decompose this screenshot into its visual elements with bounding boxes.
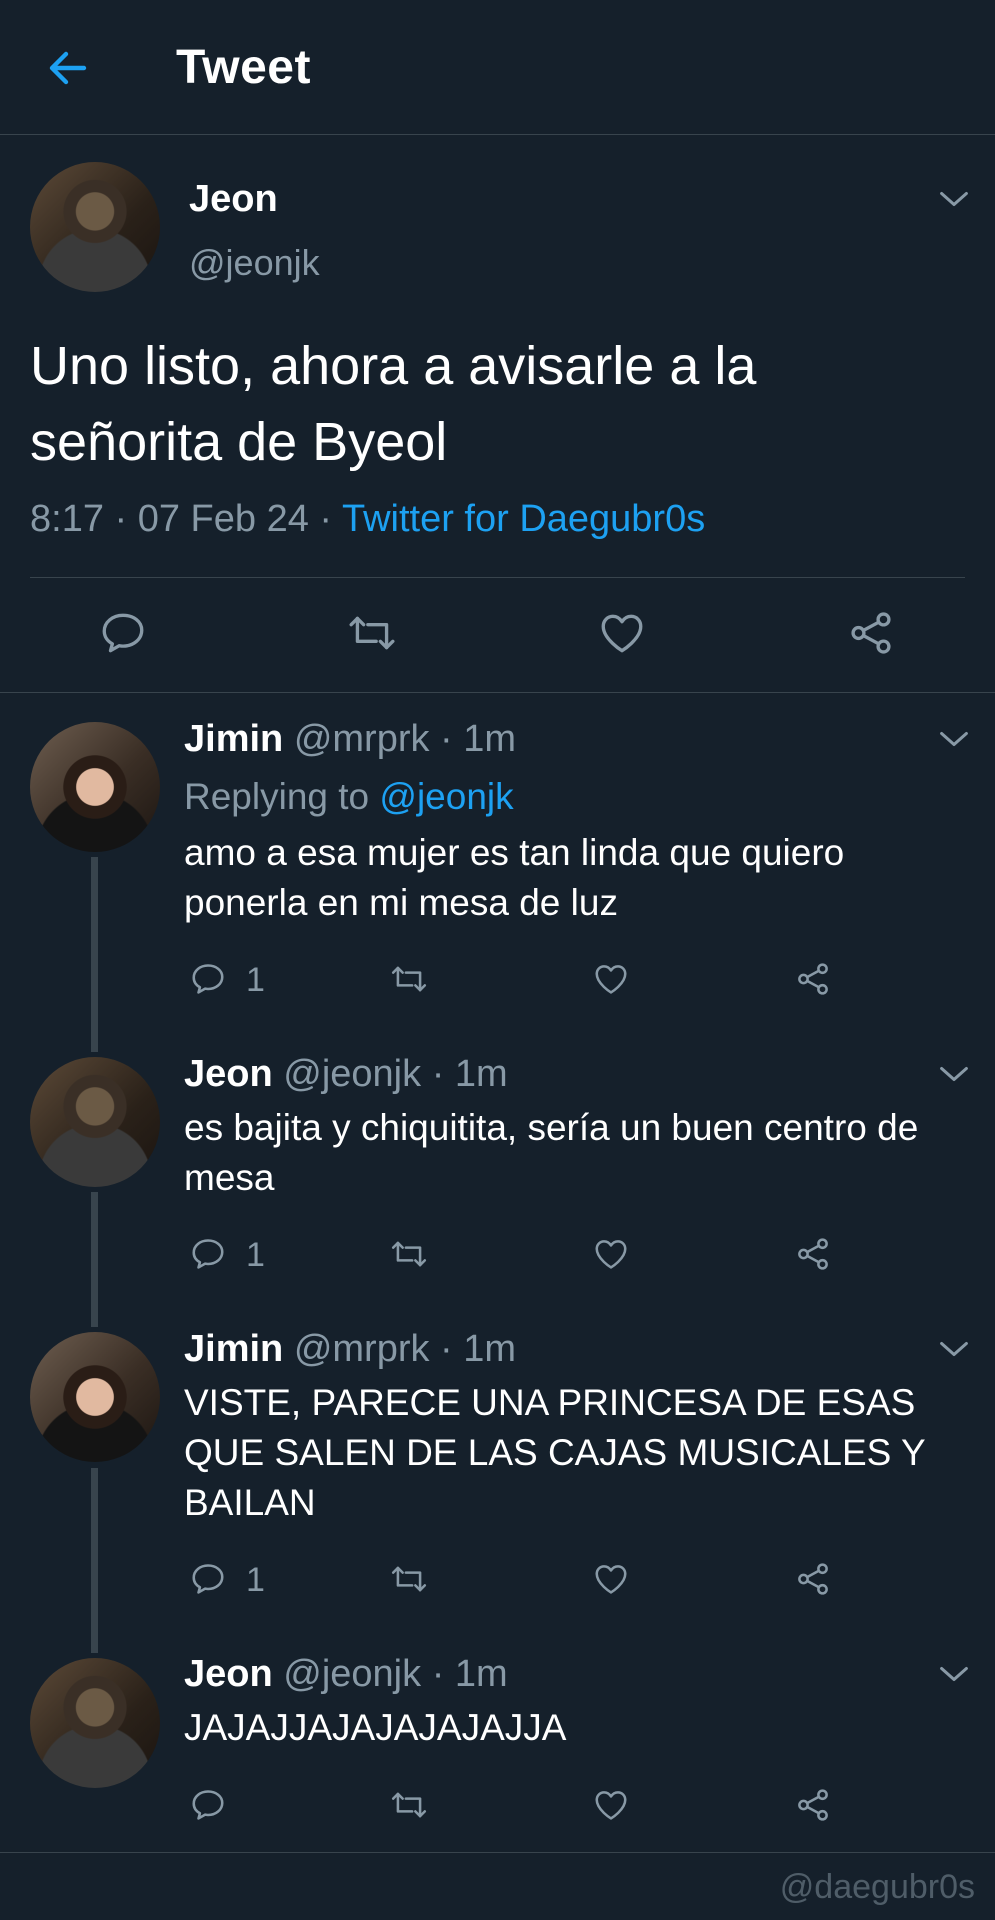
retweet-icon[interactable] bbox=[390, 1786, 428, 1824]
share-icon[interactable] bbox=[794, 1560, 832, 1598]
reply-icon[interactable] bbox=[189, 1235, 227, 1273]
reply-icon[interactable] bbox=[98, 608, 148, 658]
reply-count: 1 bbox=[246, 961, 265, 999]
reply-author-name[interactable]: Jeon bbox=[184, 1053, 273, 1095]
reply-header: Jimin @mrprk · 1m bbox=[184, 1328, 516, 1371]
reply-text: VISTE, PARECE UNA PRINCESA DE ESAS QUE S… bbox=[184, 1382, 925, 1523]
tweet-source-link[interactable]: Twitter for Daegubr0s bbox=[342, 498, 705, 540]
tweet-text: Uno listo, ahora a avisarle a la señorit… bbox=[30, 336, 757, 472]
divider bbox=[0, 692, 995, 693]
avatar[interactable] bbox=[30, 1332, 160, 1462]
reply-count: 1 bbox=[246, 1236, 265, 1274]
thread-line bbox=[91, 1468, 98, 1653]
avatar[interactable] bbox=[30, 722, 160, 852]
retweet-icon[interactable] bbox=[390, 1560, 428, 1598]
reply-icon[interactable] bbox=[189, 1786, 227, 1824]
retweet-icon[interactable] bbox=[347, 608, 397, 658]
tweet-timestamp: 8:17 · 07 Feb 24 · bbox=[30, 498, 342, 540]
reply-header: Jeon @jeonjk · 1m bbox=[184, 1053, 508, 1096]
chevron-down-icon[interactable] bbox=[937, 1663, 971, 1685]
reply-author-handle[interactable]: @mrprk bbox=[294, 718, 430, 760]
reply-author-handle[interactable]: @mrprk bbox=[294, 1328, 430, 1370]
chevron-down-icon[interactable] bbox=[937, 728, 971, 750]
reply-icon[interactable] bbox=[189, 1560, 227, 1598]
avatar[interactable] bbox=[30, 1658, 160, 1788]
reply-age: · 1m bbox=[440, 1328, 517, 1370]
divider bbox=[30, 577, 965, 578]
watermark: @daegubr0s bbox=[779, 1868, 975, 1906]
avatar[interactable] bbox=[30, 1057, 160, 1187]
like-icon[interactable] bbox=[592, 960, 630, 998]
like-icon[interactable] bbox=[597, 608, 647, 658]
page-title: Tweet bbox=[176, 41, 311, 94]
share-icon[interactable] bbox=[846, 608, 896, 658]
reply-icon[interactable] bbox=[189, 960, 227, 998]
reply-count: 1 bbox=[246, 1561, 265, 1599]
chevron-down-icon[interactable] bbox=[937, 188, 971, 210]
author-handle[interactable]: @jeonjk bbox=[189, 242, 320, 284]
avatar[interactable] bbox=[30, 162, 160, 292]
thread-line bbox=[91, 1192, 98, 1327]
replying-to-link[interactable]: @jeonjk bbox=[379, 776, 513, 817]
reply-age: · 1m bbox=[431, 1053, 508, 1095]
retweet-icon[interactable] bbox=[390, 960, 428, 998]
chevron-down-icon[interactable] bbox=[937, 1063, 971, 1085]
reply-author-name[interactable]: Jimin bbox=[184, 1328, 283, 1370]
reply-age: · 1m bbox=[440, 718, 517, 760]
reply-author-handle[interactable]: @jeonjk bbox=[283, 1053, 421, 1095]
replying-label: Replying to bbox=[184, 776, 380, 817]
replying-to: Replying to @jeonjk bbox=[184, 776, 514, 818]
reply-age: · 1m bbox=[431, 1653, 508, 1695]
reply-author-handle[interactable]: @jeonjk bbox=[283, 1653, 421, 1695]
reply-text: es bajita y chiquitita, sería un buen ce… bbox=[184, 1107, 919, 1198]
divider bbox=[0, 1852, 995, 1853]
reply-header: Jeon @jeonjk · 1m bbox=[184, 1653, 508, 1696]
retweet-icon[interactable] bbox=[390, 1235, 428, 1273]
back-arrow-icon[interactable] bbox=[44, 44, 92, 92]
reply-text: JAJAJJAJAJAJAJAJJA bbox=[184, 1707, 567, 1748]
reply-author-name[interactable]: Jimin bbox=[184, 718, 283, 760]
author-name[interactable]: Jeon bbox=[189, 178, 278, 221]
share-icon[interactable] bbox=[794, 1786, 832, 1824]
like-icon[interactable] bbox=[592, 1786, 630, 1824]
reply-author-name[interactable]: Jeon bbox=[184, 1653, 273, 1695]
top-bar: Tweet bbox=[0, 0, 995, 135]
reply-header: Jimin @mrprk · 1m bbox=[184, 718, 516, 761]
thread-line bbox=[91, 857, 98, 1052]
chevron-down-icon[interactable] bbox=[937, 1338, 971, 1360]
like-icon[interactable] bbox=[592, 1560, 630, 1598]
like-icon[interactable] bbox=[592, 1235, 630, 1273]
reply-text: amo a esa mujer es tan linda que quiero … bbox=[184, 832, 845, 923]
share-icon[interactable] bbox=[794, 960, 832, 998]
tweet-meta: 8:17 · 07 Feb 24 · Twitter for Daegubr0s bbox=[30, 498, 705, 541]
share-icon[interactable] bbox=[794, 1235, 832, 1273]
